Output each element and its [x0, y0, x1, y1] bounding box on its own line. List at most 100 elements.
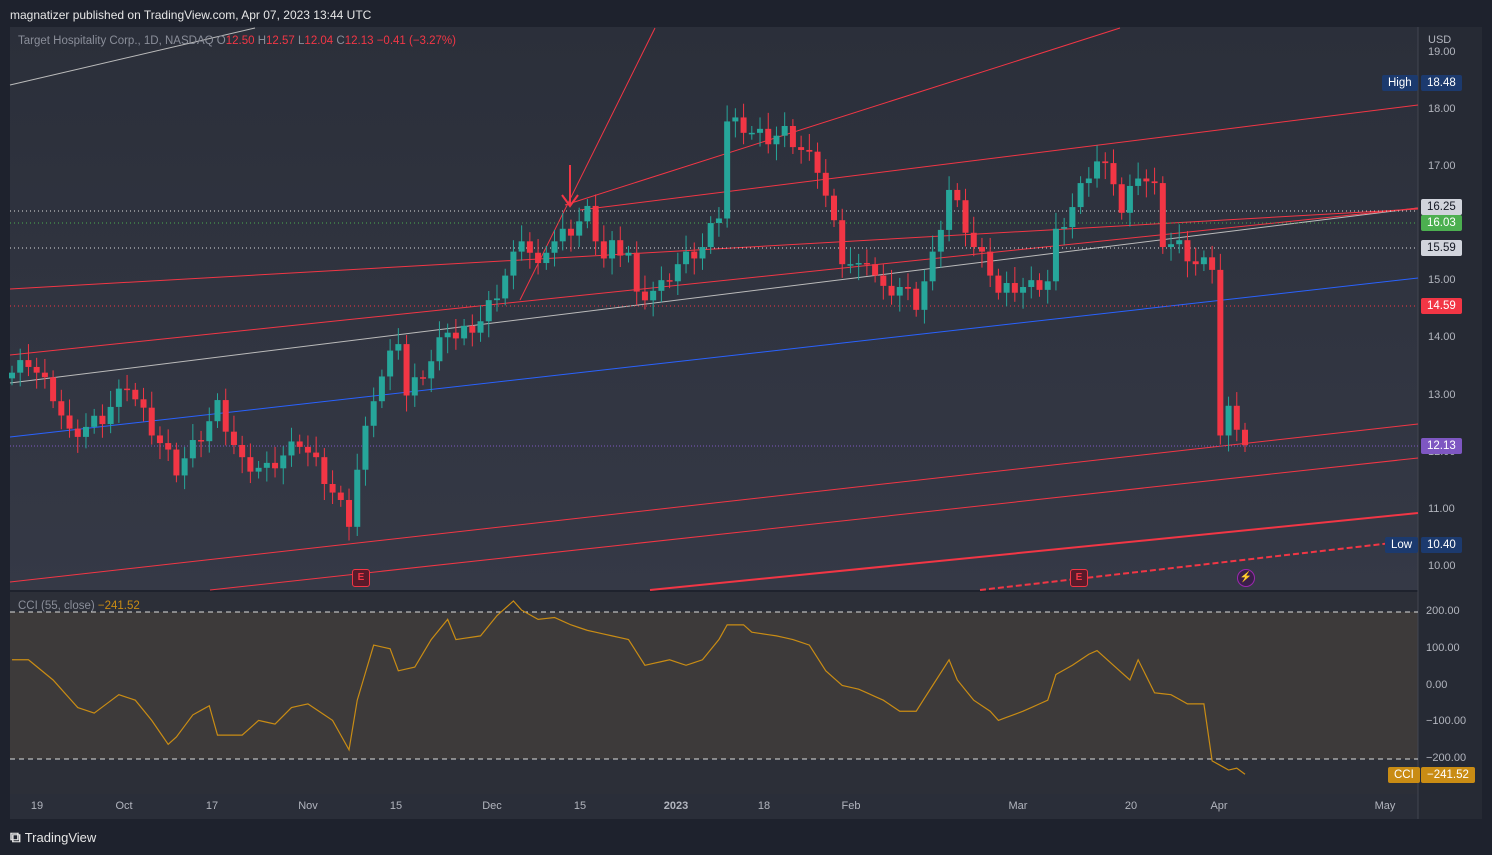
price-tick: 13.00: [1428, 388, 1456, 401]
candle: [757, 128, 764, 133]
cci-tick: 100.00: [1426, 641, 1460, 654]
candle: [82, 426, 89, 437]
candle: [592, 205, 599, 242]
candle: [198, 440, 205, 442]
candle: [313, 452, 320, 458]
last-price-tag: 12.13: [1421, 438, 1462, 454]
candle: [609, 240, 616, 259]
price-chart[interactable]: [0, 0, 1492, 855]
candle: [576, 221, 583, 236]
candle: [1143, 178, 1150, 182]
candle: [600, 241, 607, 259]
candle: [1242, 429, 1248, 446]
time-tick: 15: [389, 800, 403, 812]
candle: [91, 415, 98, 427]
candle: [99, 415, 106, 425]
candle: [1020, 287, 1027, 293]
candle: [641, 291, 648, 301]
cci-tick: −200.00: [1426, 752, 1467, 764]
currency-label: USD: [1428, 34, 1452, 46]
price-tag-15-59: 15.59: [1421, 240, 1462, 256]
candle: [995, 275, 1002, 293]
candle: [707, 223, 714, 248]
candle: [173, 449, 180, 476]
close-value: 12.13: [344, 35, 374, 47]
candle: [781, 125, 788, 136]
candle: [987, 251, 994, 276]
open-value: 12.50: [225, 35, 255, 47]
price-tick: 17.00: [1428, 160, 1456, 173]
cci-tick: −100.00: [1426, 715, 1467, 728]
candle: [535, 252, 542, 264]
time-tick: 19: [30, 800, 44, 812]
candle: [436, 337, 443, 362]
candle: [1052, 228, 1059, 282]
cci-tick: 200.00: [1426, 605, 1460, 617]
time-tick: 2023: [663, 800, 689, 812]
candle: [1192, 261, 1199, 265]
candle: [370, 401, 377, 426]
price-tag-16-25: 16.25: [1421, 199, 1462, 215]
candle: [272, 462, 279, 469]
candle: [17, 360, 24, 373]
earnings-icon[interactable]: E: [352, 569, 370, 587]
time-tick: Apr: [1210, 800, 1228, 812]
change-value: −0.41 (−3.27%): [376, 35, 456, 47]
brand-name: TradingView: [24, 830, 97, 845]
tradingview-icon: ⧉: [10, 829, 21, 846]
candle: [214, 400, 221, 422]
dividend-lightning-icon[interactable]: ⚡: [1237, 569, 1255, 587]
candle: [140, 399, 147, 408]
candle: [683, 251, 690, 265]
candle: [387, 350, 394, 377]
candle: [493, 298, 500, 301]
candle: [403, 344, 410, 396]
candle: [1176, 240, 1183, 245]
candle: [567, 228, 574, 236]
candle: [66, 415, 73, 429]
candle: [896, 287, 903, 296]
candle: [1036, 280, 1043, 290]
earnings-icon[interactable]: E: [1070, 569, 1088, 587]
candle: [1233, 405, 1240, 430]
low-tag: 10.40: [1421, 537, 1462, 553]
time-tick: 18: [757, 800, 771, 812]
low-tag-label: Low: [1385, 537, 1419, 553]
candle: [280, 455, 287, 469]
candle: [428, 361, 435, 379]
candle: [954, 189, 961, 201]
candle: [748, 132, 755, 135]
candle: [1077, 183, 1084, 208]
price-axis-background: [1418, 27, 1482, 819]
low-value: 12.04: [304, 35, 334, 47]
candle: [1061, 227, 1068, 229]
candle: [189, 440, 196, 459]
candle: [814, 151, 821, 173]
candle: [477, 321, 484, 333]
candle: [263, 462, 270, 468]
price-tick: 11.00: [1428, 502, 1455, 515]
high-value: 12.57: [266, 35, 295, 47]
tradingview-logo[interactable]: ⧉ TradingView: [10, 829, 96, 846]
candle: [337, 492, 344, 500]
time-tick: 20: [1124, 800, 1138, 812]
candle: [362, 425, 369, 470]
candle: [872, 264, 879, 276]
candle: [1094, 161, 1101, 179]
candle: [296, 441, 303, 447]
candle: [699, 247, 706, 259]
candle: [329, 484, 336, 493]
candle: [650, 290, 657, 301]
candle: [880, 275, 887, 286]
cci-band: [10, 612, 1418, 759]
candle: [1028, 280, 1035, 288]
time-tick: 17: [205, 800, 219, 812]
candle: [929, 251, 936, 282]
candle: [937, 229, 944, 252]
candle: [904, 287, 911, 289]
candle: [715, 218, 722, 224]
candle: [1011, 283, 1018, 293]
candle: [666, 280, 673, 282]
time-tick: Oct: [115, 800, 133, 812]
candle: [452, 332, 459, 339]
